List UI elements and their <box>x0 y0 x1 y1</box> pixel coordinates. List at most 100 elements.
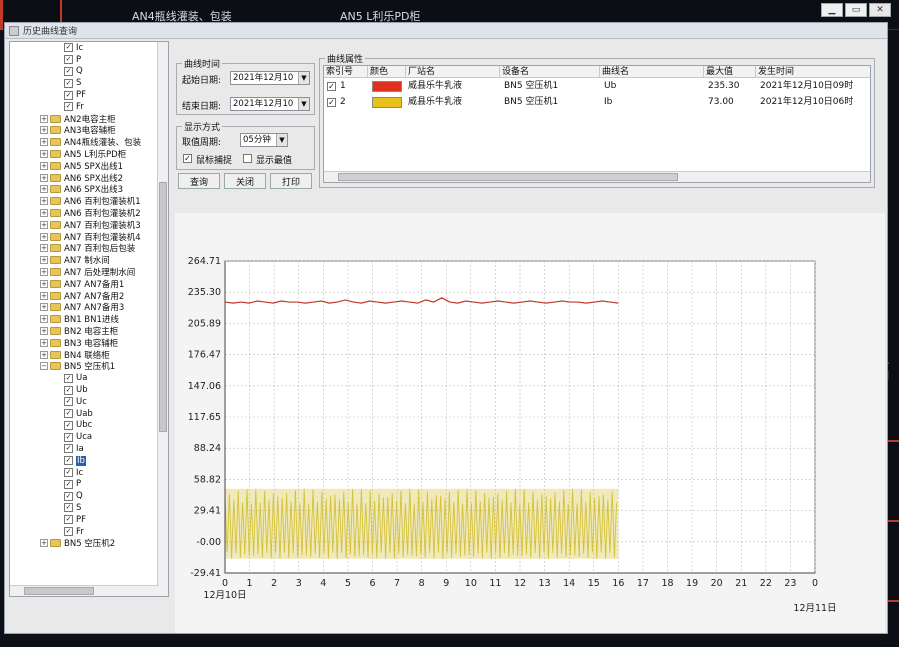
tree-item[interactable]: ✓ Ib <box>10 455 168 467</box>
expand-icon[interactable]: + <box>40 209 48 218</box>
tree-item[interactable]: + AN7 百利包灌装机4 <box>10 231 168 243</box>
expand-icon[interactable]: + <box>40 197 48 206</box>
column-header[interactable]: 厂站名 <box>406 66 500 78</box>
tree-item[interactable]: + AN7 AN7备用1 <box>10 278 168 290</box>
tree-vertical-scrollbar[interactable] <box>157 42 168 596</box>
expand-icon[interactable]: + <box>40 220 48 229</box>
expand-icon[interactable]: + <box>40 244 48 253</box>
expand-icon[interactable]: + <box>40 126 48 135</box>
tree-item[interactable]: ✓ Ic <box>10 42 168 54</box>
tree-item[interactable]: ✓ Ua <box>10 372 168 384</box>
close-window-button[interactable]: ✕ <box>869 3 891 17</box>
close-button[interactable]: 关闭 <box>224 173 266 189</box>
expand-icon[interactable]: + <box>40 303 48 312</box>
tree-item[interactable]: ✓ Ub <box>10 384 168 396</box>
expand-icon[interactable]: + <box>40 256 48 265</box>
tree-item[interactable]: + AN5 SPX出线1 <box>10 160 168 172</box>
tree-item[interactable]: ✓ Q <box>10 66 168 78</box>
folder-icon <box>50 232 61 241</box>
expand-icon[interactable]: + <box>40 185 48 194</box>
expand-icon[interactable]: + <box>40 150 48 159</box>
expand-icon[interactable]: + <box>40 327 48 336</box>
table-scroll-thumb[interactable] <box>338 173 678 181</box>
expand-icon[interactable]: + <box>40 539 48 548</box>
expand-icon[interactable]: + <box>40 338 48 347</box>
tree-item[interactable]: + AN6 百利包灌装机1 <box>10 195 168 207</box>
tree-item[interactable]: + AN6 SPX出线2 <box>10 172 168 184</box>
table-horizontal-scrollbar[interactable] <box>324 171 870 182</box>
tree-item[interactable]: ✓ S <box>10 502 168 514</box>
tree-item[interactable]: ✓ Ic <box>10 467 168 479</box>
tree-item[interactable]: ✓ Fr <box>10 101 168 113</box>
color-swatch[interactable] <box>372 81 402 92</box>
tree-item[interactable]: ✓ Ia <box>10 443 168 455</box>
expand-icon[interactable]: + <box>40 138 48 147</box>
tree-item[interactable]: ✓ Uab <box>10 408 168 420</box>
show-extreme-checkbox[interactable] <box>243 154 252 163</box>
expand-icon[interactable]: + <box>40 161 48 170</box>
tree-item[interactable]: + AN2电容主柜 <box>10 113 168 125</box>
tree-item[interactable]: + BN2 电容主柜 <box>10 325 168 337</box>
tree-horizontal-scrollbar[interactable] <box>10 585 159 596</box>
expand-icon[interactable]: + <box>40 173 48 182</box>
tree-item[interactable]: − BN5 空压机1 <box>10 361 168 372</box>
maximize-button[interactable]: ▭ <box>845 3 867 17</box>
tree-item[interactable]: + AN4瓶线灌装、包装 <box>10 136 168 148</box>
column-header[interactable]: 索引号 <box>324 66 368 78</box>
tree-item[interactable]: + BN5 空压机2 <box>10 537 168 549</box>
tree-item[interactable]: ✓ PF <box>10 89 168 101</box>
expand-icon[interactable]: + <box>40 232 48 241</box>
row-checkbox[interactable]: ✓ <box>327 82 336 91</box>
tree-item[interactable]: ✓ Q <box>10 490 168 502</box>
minimize-button[interactable]: ▁ <box>821 3 843 17</box>
tree-item[interactable]: + BN3 电容辅柜 <box>10 337 168 349</box>
chevron-down-icon[interactable]: ▼ <box>298 98 309 110</box>
expand-icon[interactable]: + <box>40 114 48 123</box>
tree-item[interactable]: + AN5 L利乐PD柜 <box>10 148 168 160</box>
expand-icon[interactable]: + <box>40 315 48 324</box>
column-header[interactable]: 设备名 <box>500 66 600 78</box>
column-header[interactable]: 最大值 <box>704 66 756 78</box>
column-header[interactable]: 发生时间 <box>756 66 870 78</box>
tree-item[interactable]: + BN4 联络柜 <box>10 349 168 361</box>
query-button[interactable]: 查询 <box>178 173 220 189</box>
tree-hscroll-thumb[interactable] <box>24 587 94 595</box>
column-header[interactable]: 曲线名 <box>600 66 704 78</box>
expand-icon[interactable]: + <box>40 350 48 359</box>
column-header[interactable]: 颜色 <box>368 66 406 78</box>
start-date-picker[interactable]: 2021年12月10 ▼ <box>230 71 310 85</box>
print-button[interactable]: 打印 <box>270 173 312 189</box>
tree-item[interactable]: + AN7 制水间 <box>10 254 168 266</box>
expand-icon[interactable]: + <box>40 268 48 277</box>
tree-item[interactable]: ✓ S <box>10 77 168 89</box>
row-checkbox[interactable]: ✓ <box>327 98 336 107</box>
tree-item[interactable]: + AN7 百利包灌装机3 <box>10 219 168 231</box>
tree-item[interactable]: ✓ Uc <box>10 396 168 408</box>
mouse-capture-checkbox[interactable]: ✓ <box>183 154 192 163</box>
tree-item[interactable]: ✓ Fr <box>10 526 168 538</box>
tree-item[interactable]: ✓ P <box>10 478 168 490</box>
history-chart[interactable]: 264.71 235.30 205.89 176.47 147.06 117.65 88.2… <box>175 213 885 633</box>
end-date-picker[interactable]: 2021年12月10 ▼ <box>230 97 310 111</box>
tree-item[interactable]: + AN7 后处理制水间 <box>10 266 168 278</box>
tree-item[interactable]: + BN1 BN1进线 <box>10 313 168 325</box>
tree-item[interactable]: ✓ PF <box>10 514 168 526</box>
tree-item[interactable]: + AN7 AN7备用3 <box>10 302 168 313</box>
tree-item[interactable]: + AN7 百利包后包装 <box>10 243 168 254</box>
period-select[interactable]: 05分钟 ▼ <box>240 133 288 147</box>
folder-icon <box>50 315 61 324</box>
color-swatch[interactable] <box>372 97 402 108</box>
tree-item[interactable]: ✓ Uca <box>10 431 168 443</box>
expand-icon[interactable]: + <box>40 279 48 288</box>
tree-scroll-thumb[interactable] <box>159 182 167 432</box>
tree-item[interactable]: + AN3电容辅柜 <box>10 125 168 136</box>
tree-item[interactable]: ✓ P <box>10 54 168 66</box>
chevron-down-icon[interactable]: ▼ <box>298 72 309 84</box>
tree-item[interactable]: + AN7 AN7备用2 <box>10 290 168 302</box>
tree-item[interactable]: + AN6 百利包灌装机2 <box>10 207 168 219</box>
tree-item[interactable]: ✓ Ubc <box>10 420 168 432</box>
chevron-down-icon[interactable]: ▼ <box>276 134 287 146</box>
tree-item[interactable]: + AN6 SPX出线3 <box>10 184 168 195</box>
collapse-icon[interactable]: − <box>40 362 48 371</box>
expand-icon[interactable]: + <box>40 291 48 300</box>
